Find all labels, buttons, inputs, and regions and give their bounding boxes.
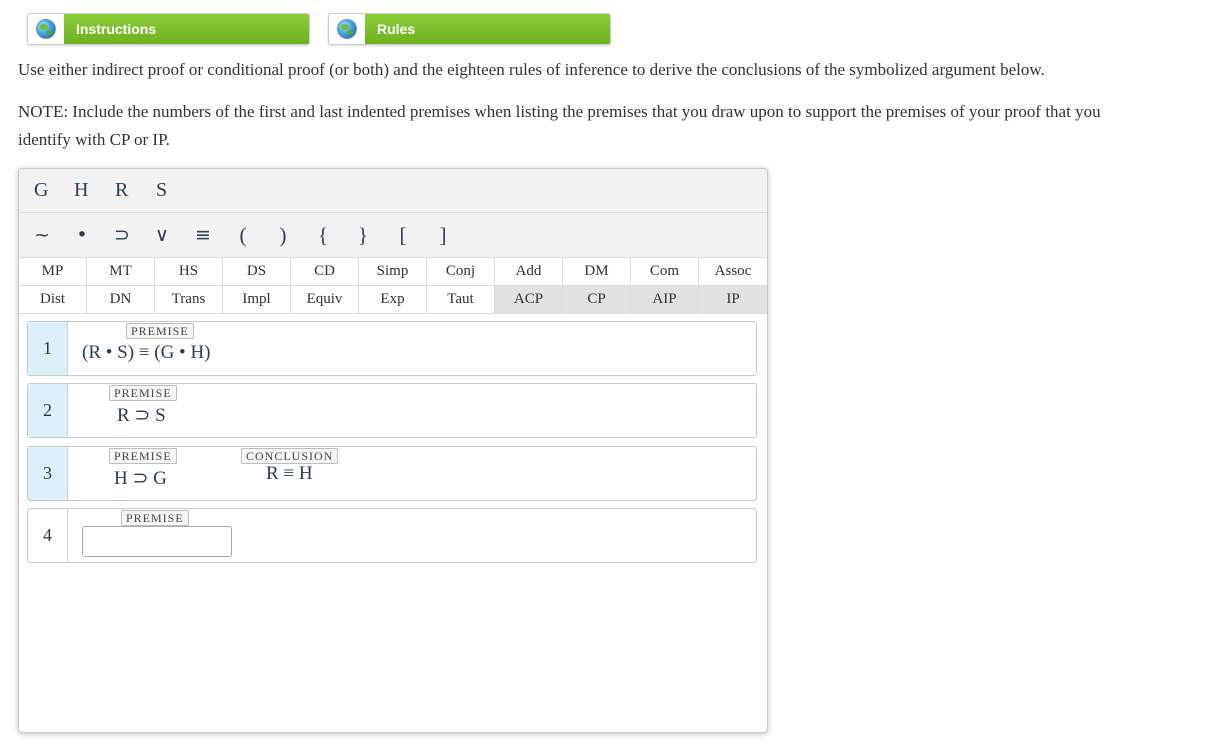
line-number: 3 <box>28 447 68 500</box>
rule-ip-button[interactable]: IP <box>699 286 767 314</box>
rule-equiv-button[interactable]: Equiv <box>291 286 359 314</box>
rule-cd-button[interactable]: CD <box>291 258 359 286</box>
variable-g-button[interactable]: G <box>34 179 48 202</box>
instructions-button[interactable]: Instructions <box>27 13 310 45</box>
rule-exp-button[interactable]: Exp <box>359 286 427 314</box>
premise-tag: PREMISE <box>121 510 189 526</box>
rule-dm-button[interactable]: DM <box>563 258 631 286</box>
rules-grid: MP MT HS DS CD Simp Conj Add DM Com Asso… <box>19 258 767 314</box>
symbol-toolbar: ~ • ⊃ ∨ ≡ ( ) { } [ ] <box>19 213 767 258</box>
rule-add-button[interactable]: Add <box>495 258 563 286</box>
premise-tag: PREMISE <box>109 448 177 464</box>
left-bracket-button[interactable]: [ <box>391 223 415 248</box>
rule-impl-button[interactable]: Impl <box>223 286 291 314</box>
dot-button[interactable]: • <box>70 224 94 246</box>
variable-toolbar: G H R S <box>19 169 767 213</box>
variable-s-button[interactable]: S <box>156 179 167 202</box>
line-number: 4 <box>28 509 68 562</box>
line-expression: H ⊃ G <box>114 468 167 489</box>
line-expression: R ⊃ S <box>117 405 166 426</box>
rule-ds-button[interactable]: DS <box>223 258 291 286</box>
line-number: 1 <box>28 322 68 375</box>
variable-h-button[interactable]: H <box>74 179 88 202</box>
proof-panel: G H R S ~ • ⊃ ∨ ≡ ( ) { } [ ] MP MT HS D… <box>18 168 768 733</box>
note-line-2: identify with CP or IP. <box>18 130 170 149</box>
rule-conj-button[interactable]: Conj <box>427 258 495 286</box>
proof-line-1[interactable]: 1 PREMISE (R • S) ≡ (G • H) <box>27 321 757 376</box>
rules-button[interactable]: Rules <box>328 13 611 45</box>
rule-dist-button[interactable]: Dist <box>19 286 87 314</box>
rule-simp-button[interactable]: Simp <box>359 258 427 286</box>
note-line-1: NOTE: Include the numbers of the first a… <box>18 102 1101 121</box>
line-number: 2 <box>28 384 68 437</box>
rule-mt-button[interactable]: MT <box>87 258 155 286</box>
left-brace-button[interactable]: { <box>311 223 335 248</box>
premise-tag: PREMISE <box>126 323 194 339</box>
right-bracket-button[interactable]: ] <box>431 223 455 248</box>
rule-com-button[interactable]: Com <box>631 258 699 286</box>
instructions-text: Use either indirect proof or conditional… <box>18 60 1045 79</box>
rule-dn-button[interactable]: DN <box>87 286 155 314</box>
rule-mp-button[interactable]: MP <box>19 258 87 286</box>
variable-r-button[interactable]: R <box>115 179 128 202</box>
tilde-button[interactable]: ~ <box>30 224 54 246</box>
premise-tag: PREMISE <box>109 385 177 401</box>
triple-bar-button[interactable]: ≡ <box>191 224 215 246</box>
globe-icon <box>28 14 64 44</box>
proof-line-2[interactable]: 2 PREMISE R ⊃ S <box>27 383 757 438</box>
rule-cp-button[interactable]: CP <box>563 286 631 314</box>
right-paren-button[interactable]: ) <box>271 223 295 248</box>
rule-assoc-button[interactable]: Assoc <box>699 258 767 286</box>
rule-trans-button[interactable]: Trans <box>155 286 223 314</box>
rule-taut-button[interactable]: Taut <box>427 286 495 314</box>
proof-line-4[interactable]: 4 PREMISE <box>27 508 757 563</box>
globe-icon <box>329 14 365 44</box>
premise-input[interactable] <box>82 526 232 557</box>
rule-hs-button[interactable]: HS <box>155 258 223 286</box>
wedge-button[interactable]: ∨ <box>150 224 174 246</box>
conclusion-tag: CONCLUSION <box>241 448 339 464</box>
rules-label: Rules <box>365 14 610 44</box>
rule-acp-button[interactable]: ACP <box>495 286 563 314</box>
line-expression: (R • S) ≡ (G • H) <box>82 342 211 363</box>
rule-aip-button[interactable]: AIP <box>631 286 699 314</box>
right-brace-button[interactable]: } <box>351 223 375 248</box>
left-paren-button[interactable]: ( <box>231 223 255 248</box>
horseshoe-button[interactable]: ⊃ <box>110 224 134 246</box>
instructions-label: Instructions <box>64 14 309 44</box>
proof-line-3[interactable]: 3 PREMISE H ⊃ G CONCLUSION R ≡ H <box>27 446 757 501</box>
conclusion-expression: R ≡ H <box>266 463 313 484</box>
